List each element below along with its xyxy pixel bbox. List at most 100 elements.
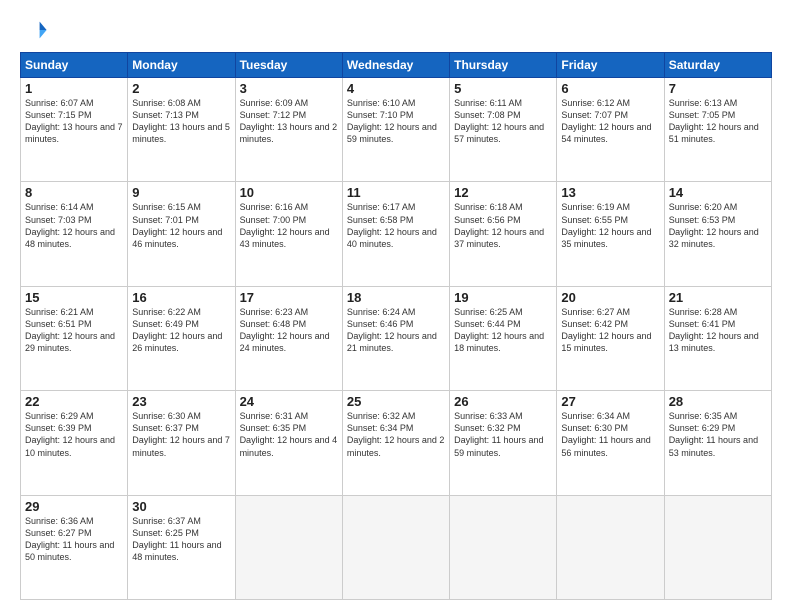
day-number: 23 bbox=[132, 394, 230, 409]
day-info: Sunrise: 6:33 AM Sunset: 6:32 PM Dayligh… bbox=[454, 410, 552, 459]
calendar-day-cell bbox=[342, 495, 449, 599]
day-info: Sunrise: 6:11 AM Sunset: 7:08 PM Dayligh… bbox=[454, 97, 552, 146]
calendar-day-header: Tuesday bbox=[235, 53, 342, 78]
calendar-day-cell: 27 Sunrise: 6:34 AM Sunset: 6:30 PM Dayl… bbox=[557, 391, 664, 495]
calendar-day-cell: 20 Sunrise: 6:27 AM Sunset: 6:42 PM Dayl… bbox=[557, 286, 664, 390]
day-number: 7 bbox=[669, 81, 767, 96]
calendar-day-cell: 16 Sunrise: 6:22 AM Sunset: 6:49 PM Dayl… bbox=[128, 286, 235, 390]
day-number: 4 bbox=[347, 81, 445, 96]
calendar-day-cell: 1 Sunrise: 6:07 AM Sunset: 7:15 PM Dayli… bbox=[21, 78, 128, 182]
day-number: 21 bbox=[669, 290, 767, 305]
day-number: 3 bbox=[240, 81, 338, 96]
calendar-day-cell: 13 Sunrise: 6:19 AM Sunset: 6:55 PM Dayl… bbox=[557, 182, 664, 286]
calendar-day-cell: 6 Sunrise: 6:12 AM Sunset: 7:07 PM Dayli… bbox=[557, 78, 664, 182]
calendar-day-cell: 26 Sunrise: 6:33 AM Sunset: 6:32 PM Dayl… bbox=[450, 391, 557, 495]
calendar-day-cell: 5 Sunrise: 6:11 AM Sunset: 7:08 PM Dayli… bbox=[450, 78, 557, 182]
day-info: Sunrise: 6:17 AM Sunset: 6:58 PM Dayligh… bbox=[347, 201, 445, 250]
header bbox=[20, 16, 772, 44]
calendar-day-cell: 23 Sunrise: 6:30 AM Sunset: 6:37 PM Dayl… bbox=[128, 391, 235, 495]
calendar-day-cell: 10 Sunrise: 6:16 AM Sunset: 7:00 PM Dayl… bbox=[235, 182, 342, 286]
logo-icon bbox=[20, 16, 48, 44]
calendar-day-cell: 18 Sunrise: 6:24 AM Sunset: 6:46 PM Dayl… bbox=[342, 286, 449, 390]
calendar-day-header: Saturday bbox=[664, 53, 771, 78]
day-info: Sunrise: 6:32 AM Sunset: 6:34 PM Dayligh… bbox=[347, 410, 445, 459]
day-info: Sunrise: 6:18 AM Sunset: 6:56 PM Dayligh… bbox=[454, 201, 552, 250]
calendar-day-cell bbox=[235, 495, 342, 599]
calendar-day-cell: 30 Sunrise: 6:37 AM Sunset: 6:25 PM Dayl… bbox=[128, 495, 235, 599]
day-info: Sunrise: 6:30 AM Sunset: 6:37 PM Dayligh… bbox=[132, 410, 230, 459]
calendar-day-cell bbox=[557, 495, 664, 599]
calendar-day-header: Wednesday bbox=[342, 53, 449, 78]
day-number: 1 bbox=[25, 81, 123, 96]
calendar-day-cell: 15 Sunrise: 6:21 AM Sunset: 6:51 PM Dayl… bbox=[21, 286, 128, 390]
day-info: Sunrise: 6:14 AM Sunset: 7:03 PM Dayligh… bbox=[25, 201, 123, 250]
day-info: Sunrise: 6:27 AM Sunset: 6:42 PM Dayligh… bbox=[561, 306, 659, 355]
day-info: Sunrise: 6:13 AM Sunset: 7:05 PM Dayligh… bbox=[669, 97, 767, 146]
calendar-day-cell: 12 Sunrise: 6:18 AM Sunset: 6:56 PM Dayl… bbox=[450, 182, 557, 286]
day-info: Sunrise: 6:28 AM Sunset: 6:41 PM Dayligh… bbox=[669, 306, 767, 355]
day-info: Sunrise: 6:37 AM Sunset: 6:25 PM Dayligh… bbox=[132, 515, 230, 564]
calendar-day-cell bbox=[450, 495, 557, 599]
day-info: Sunrise: 6:31 AM Sunset: 6:35 PM Dayligh… bbox=[240, 410, 338, 459]
calendar-day-cell: 2 Sunrise: 6:08 AM Sunset: 7:13 PM Dayli… bbox=[128, 78, 235, 182]
day-number: 14 bbox=[669, 185, 767, 200]
calendar-day-header: Thursday bbox=[450, 53, 557, 78]
day-info: Sunrise: 6:19 AM Sunset: 6:55 PM Dayligh… bbox=[561, 201, 659, 250]
calendar-day-cell: 17 Sunrise: 6:23 AM Sunset: 6:48 PM Dayl… bbox=[235, 286, 342, 390]
day-info: Sunrise: 6:36 AM Sunset: 6:27 PM Dayligh… bbox=[25, 515, 123, 564]
calendar-day-cell: 4 Sunrise: 6:10 AM Sunset: 7:10 PM Dayli… bbox=[342, 78, 449, 182]
day-number: 9 bbox=[132, 185, 230, 200]
calendar-day-cell: 24 Sunrise: 6:31 AM Sunset: 6:35 PM Dayl… bbox=[235, 391, 342, 495]
calendar-day-cell: 19 Sunrise: 6:25 AM Sunset: 6:44 PM Dayl… bbox=[450, 286, 557, 390]
calendar-day-cell: 25 Sunrise: 6:32 AM Sunset: 6:34 PM Dayl… bbox=[342, 391, 449, 495]
logo bbox=[20, 16, 52, 44]
calendar-day-cell: 29 Sunrise: 6:36 AM Sunset: 6:27 PM Dayl… bbox=[21, 495, 128, 599]
day-number: 2 bbox=[132, 81, 230, 96]
day-info: Sunrise: 6:20 AM Sunset: 6:53 PM Dayligh… bbox=[669, 201, 767, 250]
day-number: 22 bbox=[25, 394, 123, 409]
calendar-day-cell: 21 Sunrise: 6:28 AM Sunset: 6:41 PM Dayl… bbox=[664, 286, 771, 390]
day-number: 8 bbox=[25, 185, 123, 200]
calendar-day-cell: 14 Sunrise: 6:20 AM Sunset: 6:53 PM Dayl… bbox=[664, 182, 771, 286]
day-number: 5 bbox=[454, 81, 552, 96]
day-number: 24 bbox=[240, 394, 338, 409]
calendar-day-cell: 7 Sunrise: 6:13 AM Sunset: 7:05 PM Dayli… bbox=[664, 78, 771, 182]
day-number: 27 bbox=[561, 394, 659, 409]
day-number: 17 bbox=[240, 290, 338, 305]
calendar-day-cell bbox=[664, 495, 771, 599]
day-number: 29 bbox=[25, 499, 123, 514]
day-number: 6 bbox=[561, 81, 659, 96]
day-info: Sunrise: 6:29 AM Sunset: 6:39 PM Dayligh… bbox=[25, 410, 123, 459]
day-info: Sunrise: 6:22 AM Sunset: 6:49 PM Dayligh… bbox=[132, 306, 230, 355]
day-info: Sunrise: 6:15 AM Sunset: 7:01 PM Dayligh… bbox=[132, 201, 230, 250]
day-number: 20 bbox=[561, 290, 659, 305]
calendar-week-row: 8 Sunrise: 6:14 AM Sunset: 7:03 PM Dayli… bbox=[21, 182, 772, 286]
day-number: 11 bbox=[347, 185, 445, 200]
calendar-table: SundayMondayTuesdayWednesdayThursdayFrid… bbox=[20, 52, 772, 600]
day-info: Sunrise: 6:12 AM Sunset: 7:07 PM Dayligh… bbox=[561, 97, 659, 146]
calendar-week-row: 1 Sunrise: 6:07 AM Sunset: 7:15 PM Dayli… bbox=[21, 78, 772, 182]
day-number: 13 bbox=[561, 185, 659, 200]
day-info: Sunrise: 6:08 AM Sunset: 7:13 PM Dayligh… bbox=[132, 97, 230, 146]
day-info: Sunrise: 6:24 AM Sunset: 6:46 PM Dayligh… bbox=[347, 306, 445, 355]
day-number: 25 bbox=[347, 394, 445, 409]
day-info: Sunrise: 6:09 AM Sunset: 7:12 PM Dayligh… bbox=[240, 97, 338, 146]
day-info: Sunrise: 6:07 AM Sunset: 7:15 PM Dayligh… bbox=[25, 97, 123, 146]
calendar-day-cell: 3 Sunrise: 6:09 AM Sunset: 7:12 PM Dayli… bbox=[235, 78, 342, 182]
day-info: Sunrise: 6:25 AM Sunset: 6:44 PM Dayligh… bbox=[454, 306, 552, 355]
day-info: Sunrise: 6:23 AM Sunset: 6:48 PM Dayligh… bbox=[240, 306, 338, 355]
day-number: 19 bbox=[454, 290, 552, 305]
calendar-day-header: Monday bbox=[128, 53, 235, 78]
day-number: 15 bbox=[25, 290, 123, 305]
day-info: Sunrise: 6:35 AM Sunset: 6:29 PM Dayligh… bbox=[669, 410, 767, 459]
day-info: Sunrise: 6:21 AM Sunset: 6:51 PM Dayligh… bbox=[25, 306, 123, 355]
calendar-day-cell: 28 Sunrise: 6:35 AM Sunset: 6:29 PM Dayl… bbox=[664, 391, 771, 495]
day-info: Sunrise: 6:10 AM Sunset: 7:10 PM Dayligh… bbox=[347, 97, 445, 146]
calendar-day-header: Friday bbox=[557, 53, 664, 78]
page: SundayMondayTuesdayWednesdayThursdayFrid… bbox=[0, 0, 792, 612]
calendar-day-cell: 9 Sunrise: 6:15 AM Sunset: 7:01 PM Dayli… bbox=[128, 182, 235, 286]
calendar-header-row: SundayMondayTuesdayWednesdayThursdayFrid… bbox=[21, 53, 772, 78]
calendar-day-header: Sunday bbox=[21, 53, 128, 78]
day-number: 26 bbox=[454, 394, 552, 409]
calendar-day-cell: 22 Sunrise: 6:29 AM Sunset: 6:39 PM Dayl… bbox=[21, 391, 128, 495]
